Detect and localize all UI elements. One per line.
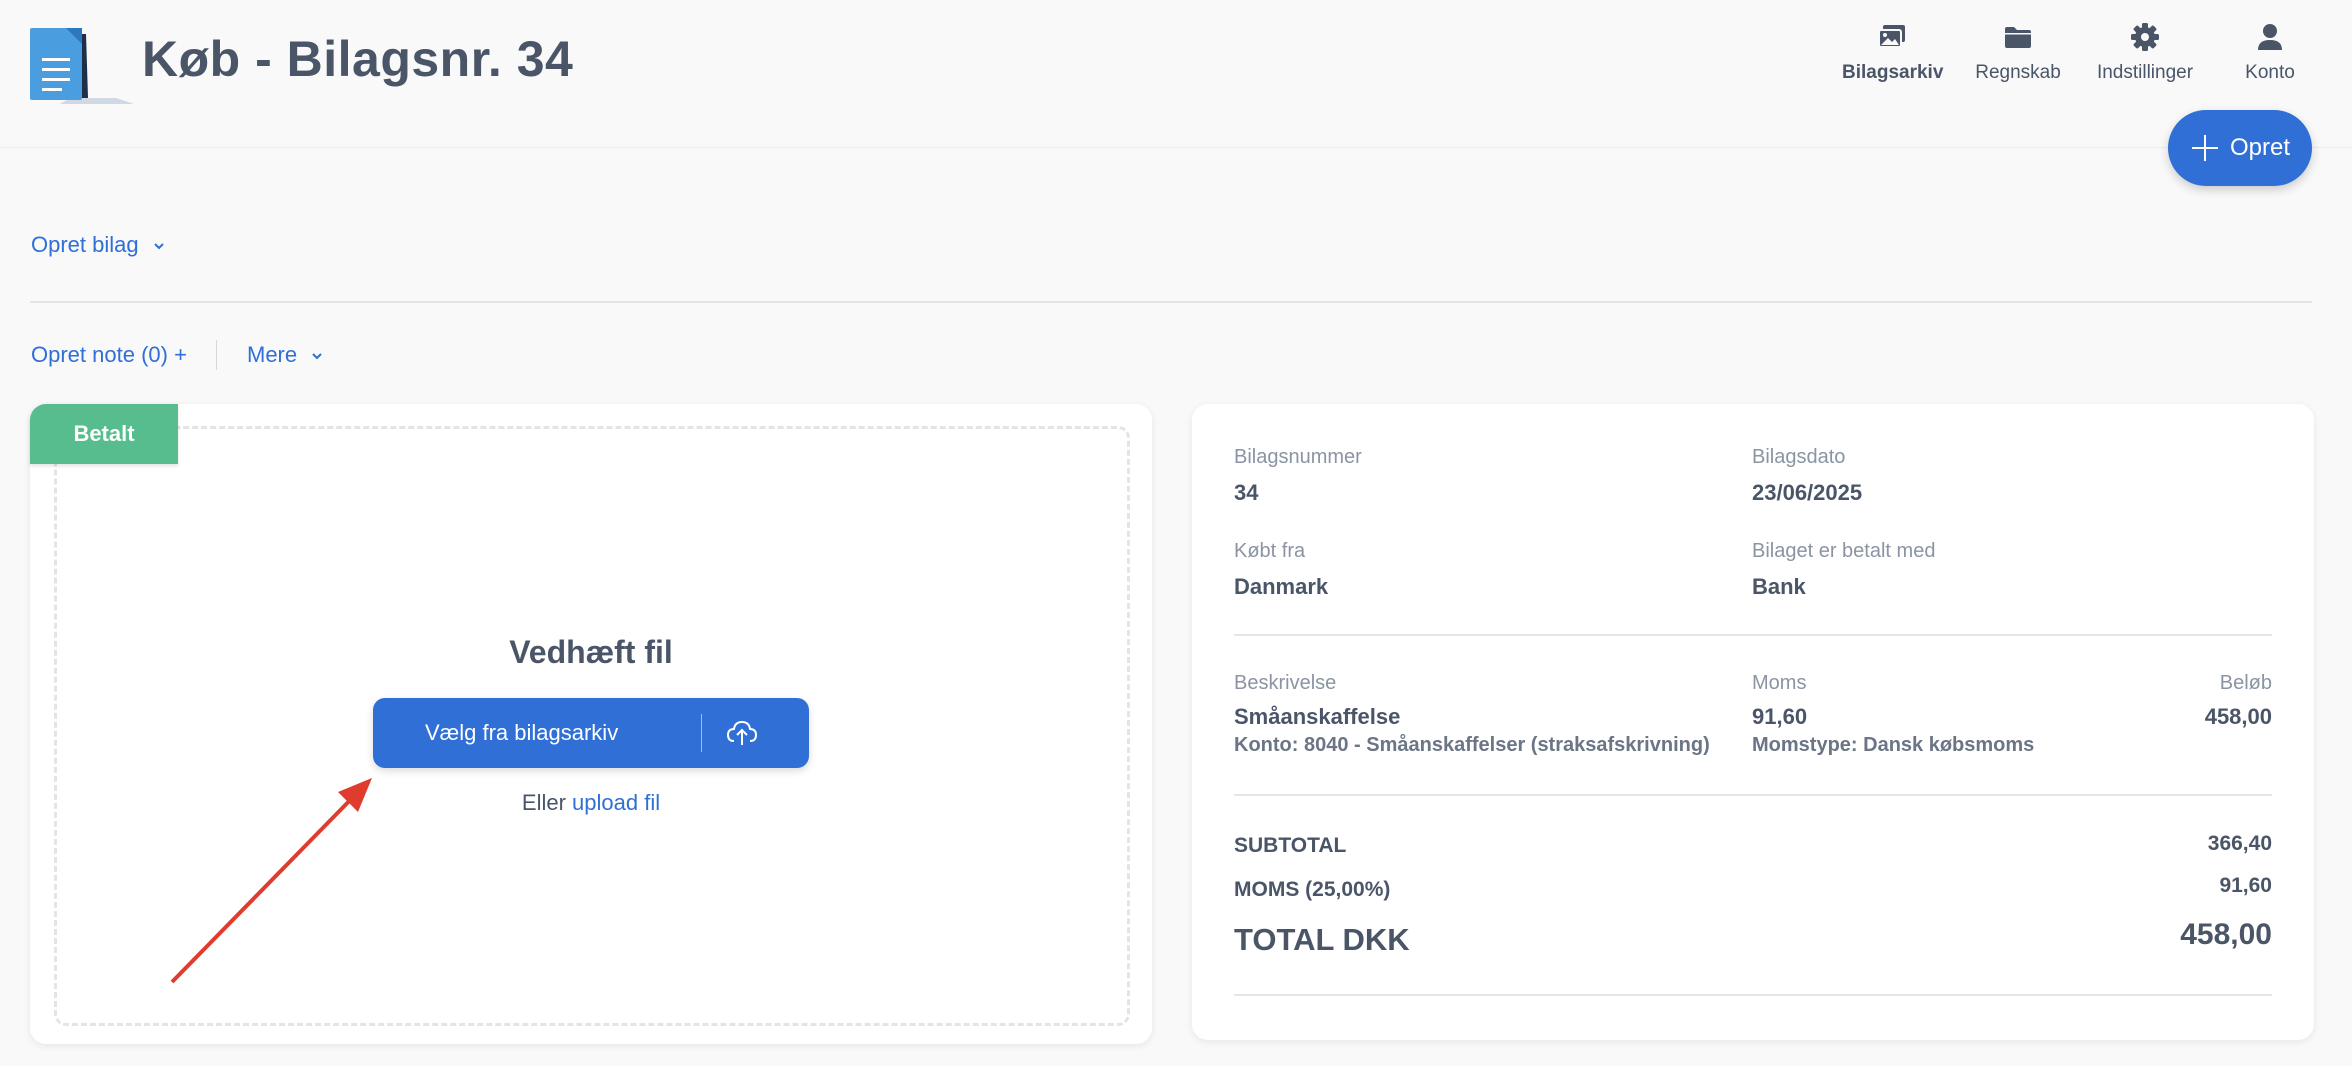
gear-icon: [2131, 23, 2159, 51]
details-divider: [1234, 634, 2272, 636]
attach-file-title: Vedhæft fil: [509, 634, 673, 670]
nav-label: Regnskab: [1975, 62, 2061, 83]
nav-indstillinger[interactable]: Indstillinger: [2090, 22, 2200, 102]
nav-label: Indstillinger: [2096, 62, 2194, 83]
plus-icon: [2191, 135, 2218, 161]
line-description: Småanskaffelse: [1234, 704, 1401, 729]
line-account: Konto: 8040 - Småanskaffelser (straksafs…: [1234, 734, 1710, 756]
create-button[interactable]: Opret: [2168, 110, 2312, 186]
bought-from-value: Danmark: [1234, 574, 1329, 599]
choose-from-archive-button[interactable]: Vælg fra bilagsarkiv: [373, 698, 809, 768]
nav-regnskab[interactable]: Regnskab: [1968, 22, 2068, 102]
button-separator: [701, 714, 702, 752]
create-button-label: Opret: [2229, 134, 2291, 161]
line-amount: 458,00: [2204, 704, 2272, 729]
cloud-upload-icon[interactable]: [725, 716, 759, 750]
nav-label: Konto: [2245, 62, 2295, 83]
nav-bilagsarkiv[interactable]: Bilagsarkiv: [1842, 22, 1944, 102]
top-header: Køb - Bilagsnr. 34 Bilagsarkiv Regnskab: [0, 0, 2352, 148]
vat-header: Moms: [1752, 672, 1807, 694]
nav-label: Bilagsarkiv: [1842, 62, 1944, 83]
voucher-details-card: Bilagsnummer 34 Bilagsdato 23/06/2025 Kø…: [1192, 404, 2314, 1040]
create-note-link[interactable]: Opret note (0) +: [31, 342, 187, 368]
create-voucher-label: Opret bilag: [31, 232, 139, 257]
status-badge: Betalt: [30, 404, 178, 464]
nav-konto[interactable]: Konto: [2230, 22, 2310, 102]
more-dropdown[interactable]: Mere: [247, 342, 323, 368]
subtotal-value: 366,40: [2207, 832, 2272, 855]
voucher-date-label: Bilagsdato: [1752, 446, 1846, 468]
total-label: TOTAL DKK: [1234, 922, 1410, 957]
bought-from-label: Købt fra: [1234, 540, 1306, 562]
description-header: Beskrivelse: [1234, 672, 1337, 694]
line-vat-type: Momstype: Dansk købsmoms: [1752, 734, 2035, 756]
totals-divider: [1234, 994, 2272, 996]
user-icon: [2258, 24, 2282, 50]
upload-prefix: Eller: [521, 790, 566, 815]
chevron-down-icon: [312, 353, 322, 360]
subtotal-label: SUBTOTAL: [1234, 834, 1347, 857]
page-title: Køb - Bilagsnr. 34: [142, 31, 574, 87]
paid-with-value: Bank: [1752, 574, 1806, 599]
create-voucher-dropdown[interactable]: Opret bilag: [31, 232, 165, 258]
line-vat: 91,60: [1752, 704, 1808, 729]
voucher-date-value: 23/06/2025: [1752, 480, 1863, 505]
annotation-arrow-icon: [170, 778, 372, 984]
more-label: Mere: [247, 342, 298, 367]
images-icon: [1878, 25, 1905, 48]
paid-with-label: Bilaget er betalt med: [1752, 540, 1936, 562]
document-logo-icon: [30, 28, 134, 104]
upload-file-link[interactable]: upload fil: [572, 790, 660, 815]
vat-total-value: 91,60: [2219, 874, 2272, 897]
choose-from-archive-label: Vælg fra bilagsarkiv: [425, 720, 619, 745]
lines-divider: [1234, 794, 2272, 796]
toolbar-separator: [216, 340, 217, 370]
folder-icon: [2005, 27, 2031, 48]
section-divider: [30, 301, 2312, 303]
voucher-number-value: 34: [1234, 480, 1259, 505]
total-value: 458,00: [2180, 918, 2272, 951]
vat-total-label: MOMS (25,00%): [1234, 878, 1391, 901]
amount-header: Beløb: [2219, 672, 2272, 694]
chevron-down-icon: [154, 243, 164, 250]
voucher-number-label: Bilagsnummer: [1234, 446, 1362, 468]
